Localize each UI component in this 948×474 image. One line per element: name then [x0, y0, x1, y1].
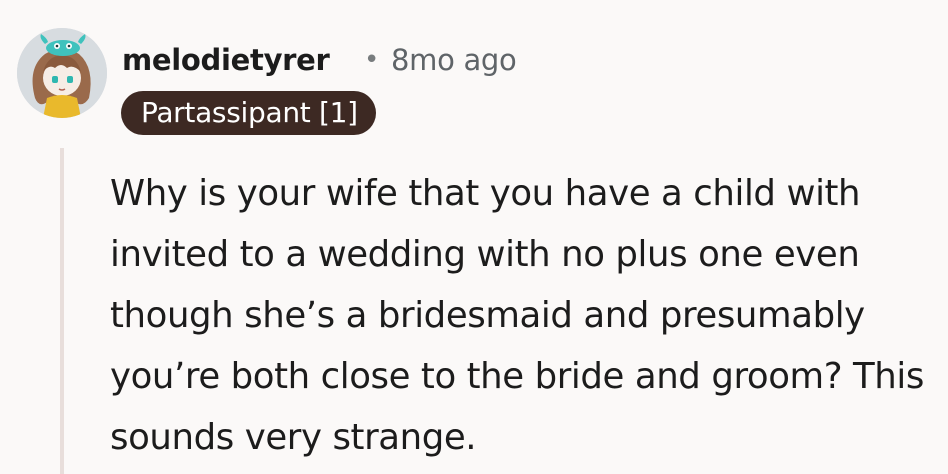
user-avatar[interactable] [17, 28, 107, 118]
avatar-icon [17, 28, 107, 118]
username-link[interactable]: melodietyrer [122, 42, 330, 78]
user-flair-badge: Partassipant [1] [121, 91, 376, 135]
meta-separator: • [364, 45, 380, 75]
thread-collapse-line[interactable] [60, 148, 64, 474]
comment: melodietyrer • 8mo ago Partassipant [1] … [0, 0, 948, 474]
comment-body: Why is your wife that you have a child w… [110, 173, 924, 458]
comment-timestamp[interactable]: 8mo ago [391, 42, 517, 78]
